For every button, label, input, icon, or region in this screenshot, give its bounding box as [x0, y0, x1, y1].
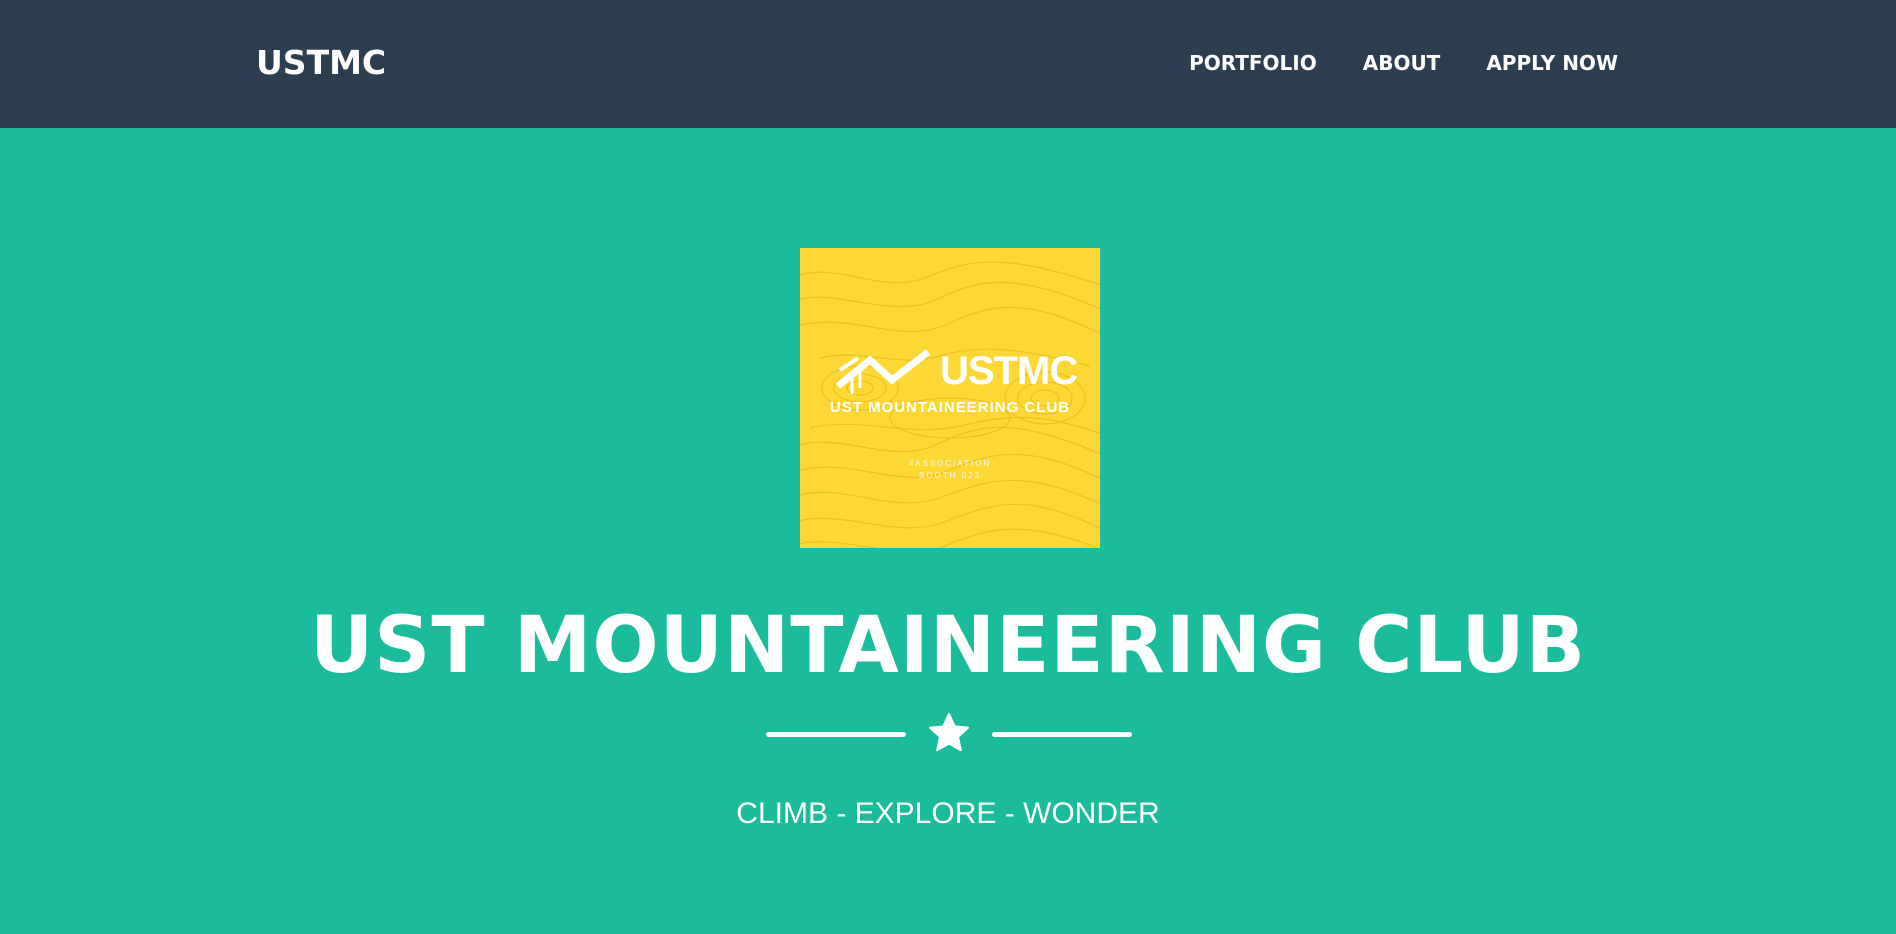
divider-line-right: [992, 732, 1132, 737]
nav-link-about[interactable]: ABOUT: [1363, 46, 1441, 80]
club-logo: USTMC UST MOUNTAINEERING CLUB #ASSOCIATI…: [800, 248, 1100, 548]
nav-links: PORTFOLIO ABOUT APPLY NOW: [1143, 46, 1618, 80]
divider-line-left: [766, 732, 906, 737]
masthead: USTMC UST MOUNTAINEERING CLUB #ASSOCIATI…: [0, 128, 1896, 934]
tagline: CLIMB - EXPLORE - WONDER: [736, 797, 1160, 830]
star-icon: [929, 713, 969, 752]
star-divider: [766, 708, 1132, 758]
logo-small-text-1: #ASSOCIATION: [909, 459, 992, 468]
navbar: USTMC PORTFOLIO ABOUT APPLY NOW: [0, 0, 1896, 128]
logo-subtitle: UST MOUNTAINEERING CLUB: [830, 399, 1070, 416]
logo-small-text-2: BOOTH 023: [919, 471, 981, 480]
logo-wordmark: USTMC: [940, 349, 1077, 393]
brand-link[interactable]: USTMC: [256, 40, 386, 86]
nav-link-apply-now[interactable]: APPLY NOW: [1486, 46, 1618, 80]
nav-link-portfolio[interactable]: PORTFOLIO: [1189, 46, 1317, 80]
page-title: UST MOUNTAINEERING CLUB: [309, 601, 1587, 691]
club-logo-graphic: USTMC UST MOUNTAINEERING CLUB #ASSOCIATI…: [800, 261, 1100, 548]
